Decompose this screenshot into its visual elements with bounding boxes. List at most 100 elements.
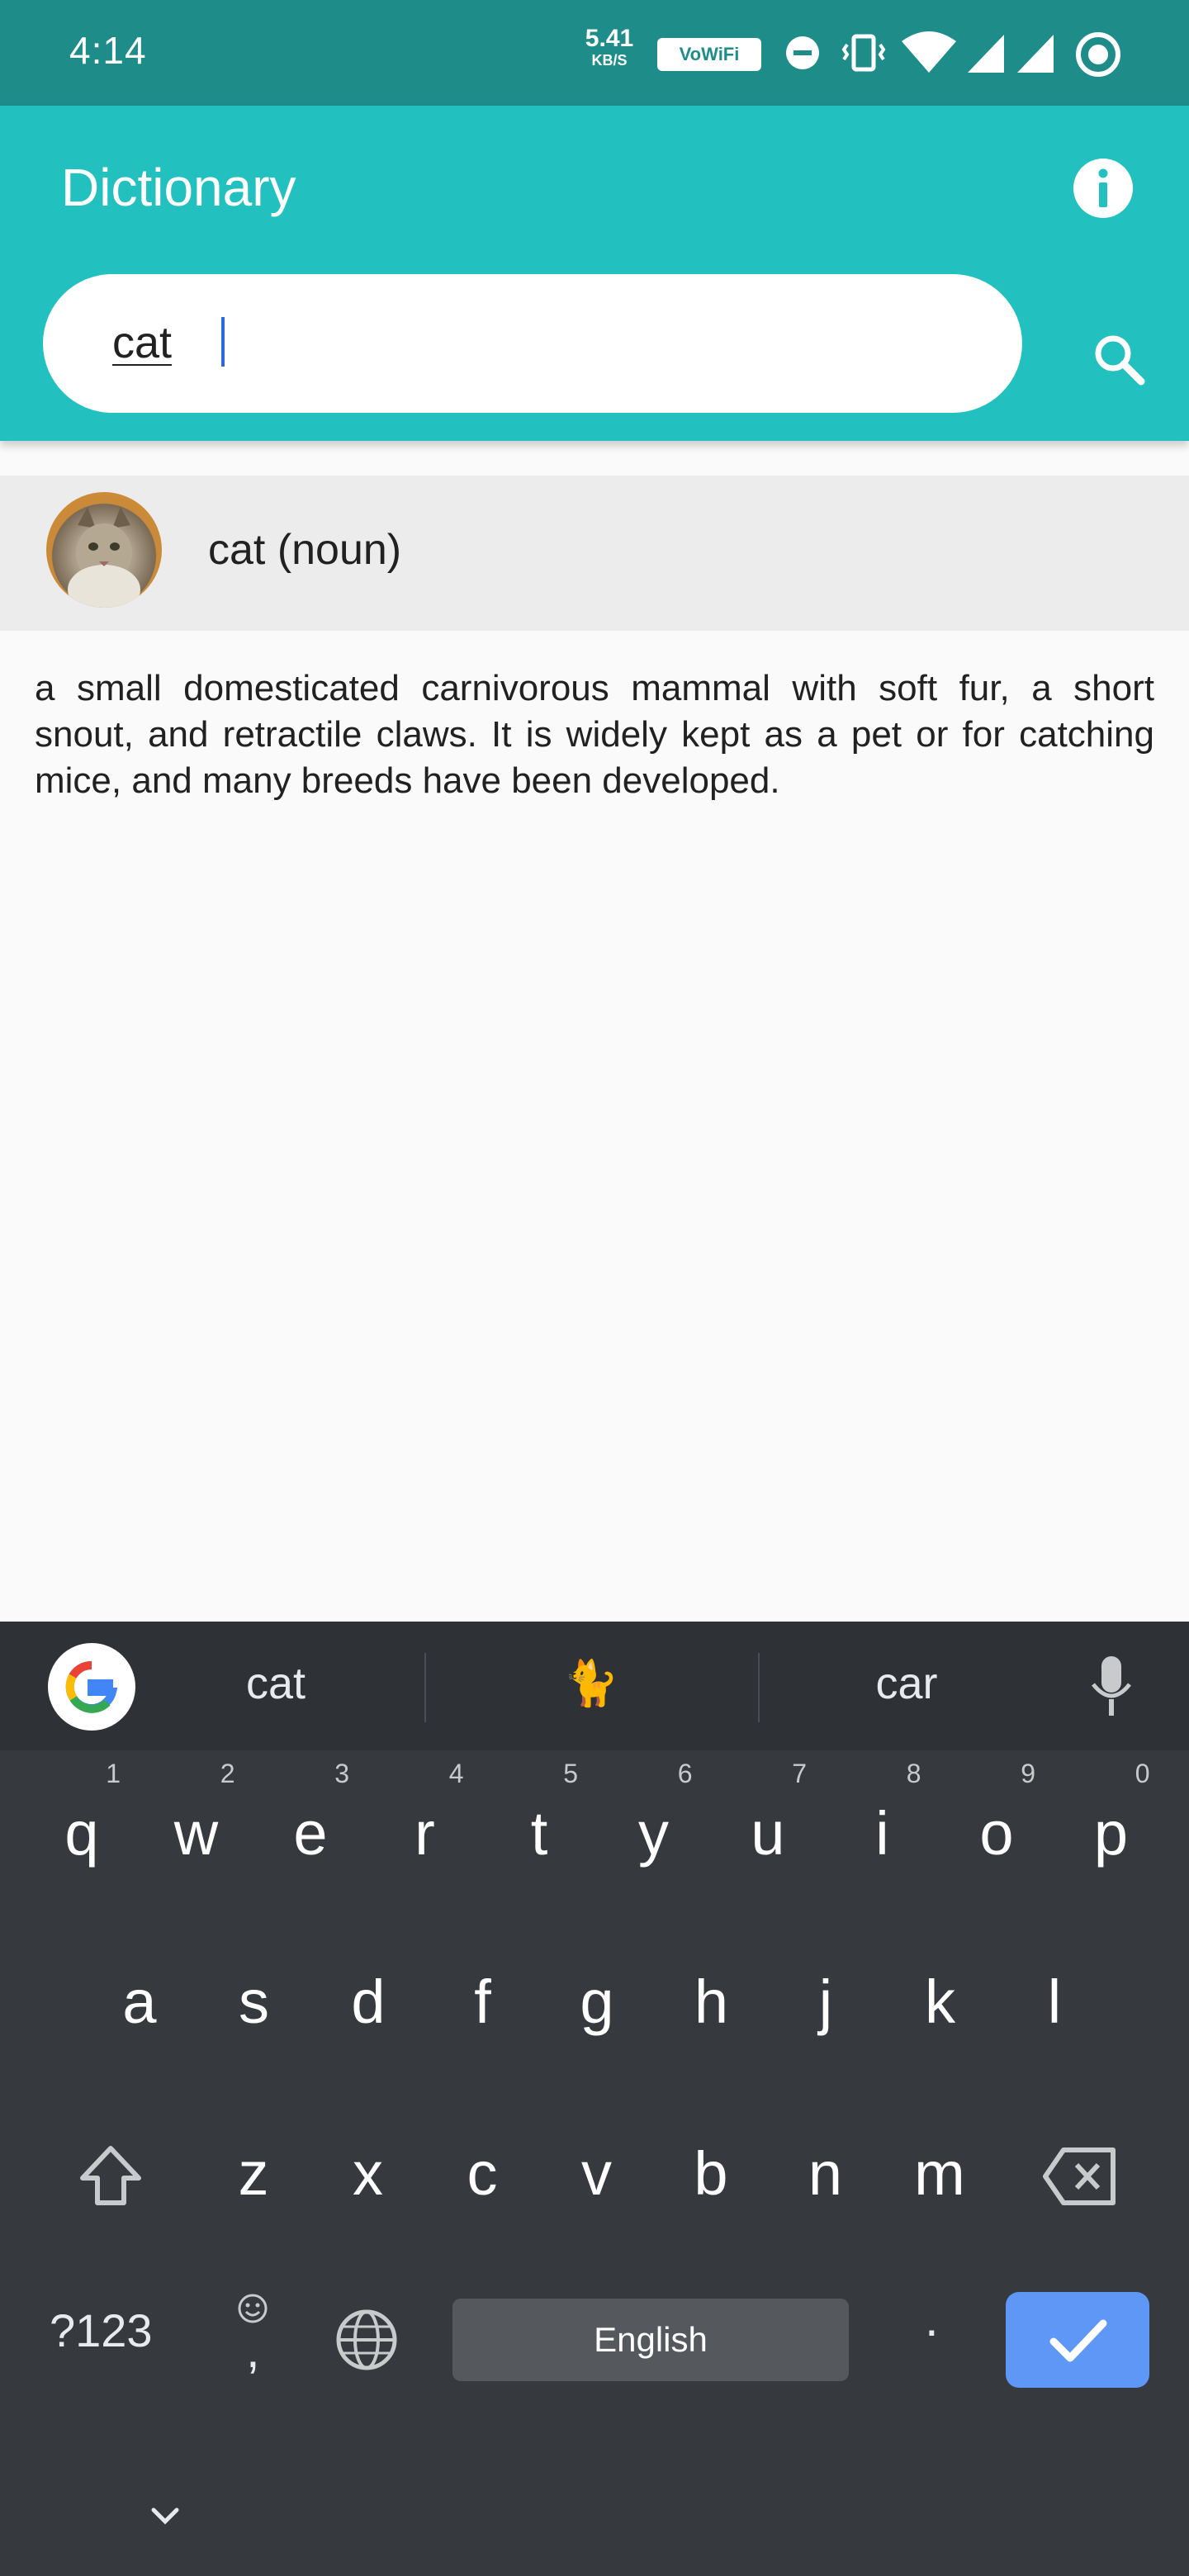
key-label: l bbox=[1047, 1968, 1062, 2036]
key-label: d bbox=[351, 1968, 386, 2036]
key-a[interactable]: a bbox=[83, 1940, 197, 2072]
suggestion-bar: cat 🐈 car bbox=[0, 1622, 1189, 1750]
key-label: i bbox=[875, 1799, 889, 1868]
key-s[interactable]: s bbox=[197, 1940, 311, 2072]
network-speed-unit: KB/S bbox=[591, 52, 628, 69]
key-d[interactable]: d bbox=[311, 1940, 425, 2072]
emoji-comma-key[interactable]: , bbox=[230, 2292, 276, 2383]
key-hint-number: 2 bbox=[220, 1759, 235, 1788]
globe-icon[interactable] bbox=[334, 2307, 400, 2373]
key-label: o bbox=[979, 1799, 1014, 1868]
key-label: h bbox=[694, 1968, 729, 2036]
suggestion-divider bbox=[424, 1653, 426, 1722]
key-label: x bbox=[353, 2139, 383, 2208]
key-k[interactable]: k bbox=[883, 1940, 997, 2072]
key-label: w bbox=[173, 1799, 219, 1868]
google-logo-icon[interactable] bbox=[48, 1643, 135, 1731]
checkmark-icon bbox=[1049, 2319, 1107, 2362]
key-label: f bbox=[474, 1968, 491, 2036]
key-label: g bbox=[580, 1968, 614, 2036]
symbols-key[interactable]: ?123 bbox=[50, 2304, 153, 2357]
key-label: u bbox=[751, 1799, 785, 1868]
key-q[interactable]: q1 bbox=[25, 1760, 139, 1904]
key-label: j bbox=[818, 1968, 833, 2036]
result-term: cat (noun) bbox=[208, 526, 402, 574]
key-m[interactable]: m bbox=[883, 2112, 997, 2244]
key-hint-number: 7 bbox=[792, 1759, 807, 1788]
key-label: p bbox=[1093, 1799, 1129, 1868]
key-label: v bbox=[581, 2139, 612, 2208]
result-list-item[interactable]: cat (noun) bbox=[0, 476, 1189, 631]
key-o[interactable]: o9 bbox=[940, 1760, 1054, 1904]
key-v[interactable]: v bbox=[540, 2112, 654, 2244]
sync-icon bbox=[1076, 32, 1120, 77]
network-speed: 5.41 KB/S bbox=[583, 25, 636, 69]
key-j[interactable]: j bbox=[769, 1940, 883, 2072]
vowifi-badge: VoWiFi bbox=[657, 38, 761, 71]
text-caret bbox=[221, 317, 225, 367]
key-i[interactable]: i8 bbox=[826, 1760, 940, 1904]
period-key[interactable]: . bbox=[925, 2290, 939, 2347]
key-label: a bbox=[122, 1968, 157, 2036]
key-label: z bbox=[238, 2139, 269, 2208]
app-title: Dictionary bbox=[61, 158, 296, 217]
key-label: e bbox=[293, 1799, 328, 1868]
key-label: b bbox=[694, 2139, 728, 2208]
app-bar: Dictionary cat bbox=[0, 106, 1189, 441]
backspace-icon[interactable] bbox=[1042, 2145, 1118, 2208]
key-hint-number: 3 bbox=[334, 1759, 349, 1788]
signal-icon bbox=[1017, 35, 1054, 73]
key-w[interactable]: w2 bbox=[140, 1760, 253, 1904]
dnd-icon bbox=[786, 36, 819, 69]
key-b[interactable]: b bbox=[654, 2112, 768, 2244]
vibrate-icon bbox=[841, 34, 886, 72]
key-hint-number: 9 bbox=[1021, 1759, 1035, 1788]
key-hint-number: 8 bbox=[906, 1759, 921, 1788]
space-key[interactable]: English bbox=[452, 2299, 849, 2381]
key-x[interactable]: x bbox=[311, 2112, 425, 2244]
wifi-icon bbox=[902, 31, 956, 73]
key-label: n bbox=[808, 2139, 843, 2208]
key-label: c bbox=[467, 2139, 498, 2208]
shift-icon[interactable] bbox=[76, 2142, 145, 2211]
key-hint-number: 4 bbox=[448, 1759, 464, 1788]
search-icon[interactable] bbox=[1087, 327, 1153, 393]
status-bar: 4:14 5.41 KB/S VoWiFi bbox=[0, 0, 1189, 106]
key-g[interactable]: g bbox=[540, 1940, 654, 2072]
key-l[interactable]: l bbox=[997, 1940, 1111, 2072]
definition-text: a small domesticated carnivorous mammal … bbox=[35, 668, 1154, 801]
key-f[interactable]: f bbox=[426, 1940, 540, 2072]
done-key[interactable] bbox=[1006, 2292, 1149, 2388]
key-y[interactable]: y6 bbox=[597, 1760, 711, 1904]
key-p[interactable]: p0 bbox=[1054, 1760, 1168, 1904]
key-label: s bbox=[239, 1968, 269, 2036]
suggestion-2[interactable]: 🐈 bbox=[525, 1658, 657, 1710]
comma-label: , bbox=[246, 2323, 260, 2378]
key-label: t bbox=[530, 1799, 548, 1868]
key-label: k bbox=[925, 1968, 955, 2036]
key-c[interactable]: c bbox=[425, 2112, 539, 2244]
key-r[interactable]: r4 bbox=[368, 1760, 482, 1904]
microphone-icon[interactable] bbox=[1087, 1655, 1136, 1717]
soft-keyboard: cat 🐈 car q1w2e3r4t5y6u7i8o9p0asdfghjklz… bbox=[0, 1622, 1189, 2576]
key-h[interactable]: h bbox=[655, 1940, 769, 2072]
network-speed-value: 5.41 bbox=[585, 25, 634, 52]
key-t[interactable]: t5 bbox=[482, 1760, 596, 1904]
search-input[interactable]: cat bbox=[43, 274, 1022, 413]
emoji-icon bbox=[238, 2294, 268, 2323]
suggestion-1[interactable]: cat bbox=[210, 1658, 342, 1709]
status-time: 4:14 bbox=[69, 29, 147, 72]
key-label: m bbox=[914, 2139, 965, 2208]
suggestion-3[interactable]: car bbox=[841, 1658, 973, 1709]
info-icon[interactable] bbox=[1070, 155, 1136, 221]
search-input-value[interactable]: cat bbox=[112, 317, 172, 368]
key-e[interactable]: e3 bbox=[253, 1760, 367, 1904]
key-z[interactable]: z bbox=[197, 2112, 310, 2244]
key-hint-number: 1 bbox=[106, 1759, 121, 1788]
chevron-down-icon[interactable] bbox=[142, 2500, 188, 2533]
key-u[interactable]: u7 bbox=[711, 1760, 825, 1904]
key-hint-number: 0 bbox=[1135, 1759, 1150, 1788]
key-hint-number: 6 bbox=[677, 1759, 693, 1788]
cat-avatar-image bbox=[46, 492, 162, 608]
key-n[interactable]: n bbox=[769, 2112, 883, 2244]
